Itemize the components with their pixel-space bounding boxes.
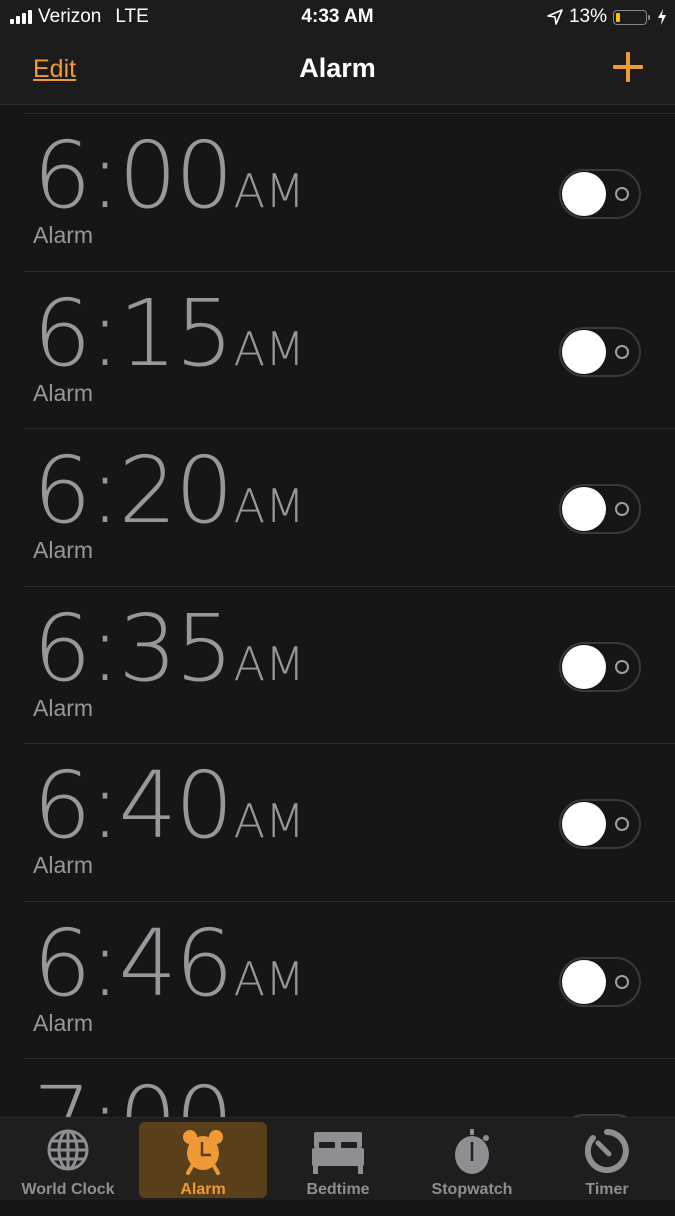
alarm-time-digits: 6:35 <box>33 594 234 702</box>
alarm-time: 6:20AM <box>33 445 305 537</box>
toggle-off-indicator-icon <box>615 659 629 674</box>
alarm-time-digits: 6:15 <box>33 279 234 387</box>
alarm-time: 6:00AM <box>33 130 305 222</box>
navigation-bar: Edit Alarm <box>0 36 675 105</box>
toggle-knob <box>562 172 606 216</box>
alarm-row[interactable]: 6:15AM Alarm <box>24 270 675 429</box>
alarm-toggle[interactable] <box>559 956 641 1007</box>
alarm-toggle[interactable] <box>559 484 641 534</box>
timer-icon <box>585 1129 629 1173</box>
globe-icon <box>47 1129 89 1171</box>
alarm-row[interactable]: 6:20AM Alarm <box>24 428 675 586</box>
toggle-knob <box>562 329 606 374</box>
page-title: Alarm <box>299 53 376 83</box>
alarm-ampm: AM <box>233 321 305 376</box>
alarm-toggle[interactable] <box>559 799 641 849</box>
toggle-knob <box>562 644 606 689</box>
alarm-time: 6:15AM <box>33 287 305 380</box>
alarm-ampm: AM <box>233 636 305 691</box>
toggle-knob <box>562 959 606 1004</box>
add-alarm-button[interactable] <box>613 52 643 82</box>
alarm-row[interactable]: 6:46AM Alarm <box>24 900 675 1059</box>
alarm-time-digits: 6:00 <box>33 122 234 229</box>
alarm-label: Alarm <box>33 379 94 406</box>
alarm-time: 6:46AM <box>33 917 305 1010</box>
alarm-ampm: AM <box>233 479 305 533</box>
tab-label: Timer <box>585 1181 629 1198</box>
status-bar: Verizon LTE 4:33 AM 13% <box>0 0 675 36</box>
tab-bedtime[interactable]: Bedtime <box>274 1122 402 1198</box>
toggle-off-indicator-icon <box>615 974 629 989</box>
tab-timer[interactable]: Timer <box>543 1122 671 1198</box>
alarm-label: Alarm <box>33 1009 94 1036</box>
alarm-ampm: AM <box>233 794 305 848</box>
tab-label: World Clock <box>21 1181 115 1198</box>
location-arrow-icon <box>547 9 563 25</box>
alarm-row[interactable]: 6:35AM Alarm <box>24 585 675 744</box>
bed-icon <box>312 1132 364 1174</box>
toggle-off-indicator-icon <box>615 502 629 516</box>
toggle-knob <box>562 487 606 531</box>
alarm-row[interactable]: 6:40AM Alarm <box>24 743 675 901</box>
alarm-time: 6:35AM <box>33 602 305 695</box>
battery-icon <box>613 9 650 25</box>
battery-percent: 13% <box>568 6 607 27</box>
toggle-off-indicator-icon <box>615 817 629 831</box>
alarm-time-digits: 6:20 <box>33 437 234 544</box>
tab-bar: World Clock Alarm Bedtime Stopwatch Time… <box>0 1117 675 1200</box>
tab-alarm[interactable]: Alarm <box>139 1122 267 1198</box>
tab-label: Alarm <box>180 1181 226 1198</box>
alarm-list: 6:00AM Alarm 6:15AM Alarm 6:20AM Alarm 6:35AM A… <box>0 113 675 1216</box>
alarm-row[interactable]: 6:00AM Alarm <box>24 113 675 271</box>
alarm-time: 6:40AM <box>33 760 305 852</box>
toggle-knob <box>562 802 606 846</box>
tab-world-clock[interactable]: World Clock <box>4 1122 132 1198</box>
tab-label: Stopwatch <box>431 1181 513 1198</box>
alarm-clock-icon <box>183 1130 223 1175</box>
charging-bolt-icon <box>658 9 666 25</box>
alarm-time-digits: 6:46 <box>33 909 234 1017</box>
stopwatch-icon <box>455 1129 489 1174</box>
alarm-label: Alarm <box>33 537 94 563</box>
alarm-toggle[interactable] <box>559 169 641 219</box>
alarm-label: Alarm <box>33 222 94 248</box>
alarm-time-digits: 6:40 <box>33 752 234 859</box>
tab-stopwatch[interactable]: Stopwatch <box>408 1122 536 1198</box>
toggle-off-indicator-icon <box>615 187 629 201</box>
alarm-label: Alarm <box>33 852 94 878</box>
alarm-toggle[interactable] <box>559 641 641 692</box>
alarm-ampm: AM <box>233 951 305 1006</box>
toggle-off-indicator-icon <box>615 344 629 359</box>
alarm-toggle[interactable] <box>559 326 641 377</box>
alarm-label: Alarm <box>33 694 94 721</box>
tab-label: Bedtime <box>306 1181 370 1198</box>
alarm-ampm: AM <box>233 164 305 218</box>
